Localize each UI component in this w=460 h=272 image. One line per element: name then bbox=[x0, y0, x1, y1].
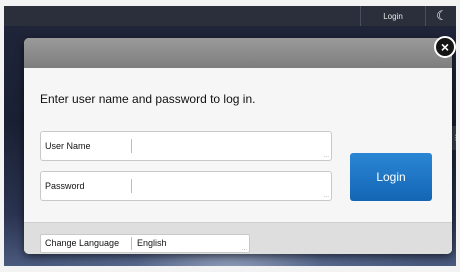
field-divider bbox=[131, 179, 132, 193]
field-corner-indicator: ... bbox=[241, 246, 247, 252]
password-label: Password bbox=[45, 181, 85, 191]
password-field[interactable]: Password ... bbox=[40, 171, 332, 201]
close-icon[interactable]: × bbox=[434, 36, 456, 58]
moon-icon[interactable]: ☾ bbox=[428, 6, 456, 26]
login-dialog: Enter user name and password to log in. … bbox=[24, 38, 452, 254]
username-field[interactable]: User Name ... bbox=[40, 131, 332, 161]
language-value: English bbox=[137, 238, 167, 248]
field-corner-indicator: ... bbox=[323, 153, 329, 159]
screen: Login ☾ ⠿ Enter user name and password t… bbox=[4, 6, 456, 266]
change-language-select[interactable]: Change Language English ... bbox=[40, 234, 250, 253]
username-label: User Name bbox=[45, 141, 91, 151]
login-button[interactable]: Login bbox=[350, 153, 432, 201]
grid-handle-icon[interactable]: ⠿ bbox=[452, 126, 456, 150]
change-language-label: Change Language bbox=[45, 238, 120, 248]
field-divider bbox=[131, 237, 132, 250]
top-bar: Login ☾ bbox=[4, 6, 456, 26]
top-login-button[interactable]: Login bbox=[360, 6, 426, 26]
dialog-footer: Change Language English ... bbox=[24, 222, 452, 254]
login-prompt: Enter user name and password to log in. bbox=[40, 92, 256, 106]
device-frame: Login ☾ ⠿ Enter user name and password t… bbox=[0, 0, 460, 272]
field-divider bbox=[131, 139, 132, 153]
dialog-header bbox=[24, 38, 452, 68]
field-corner-indicator: ... bbox=[323, 193, 329, 199]
